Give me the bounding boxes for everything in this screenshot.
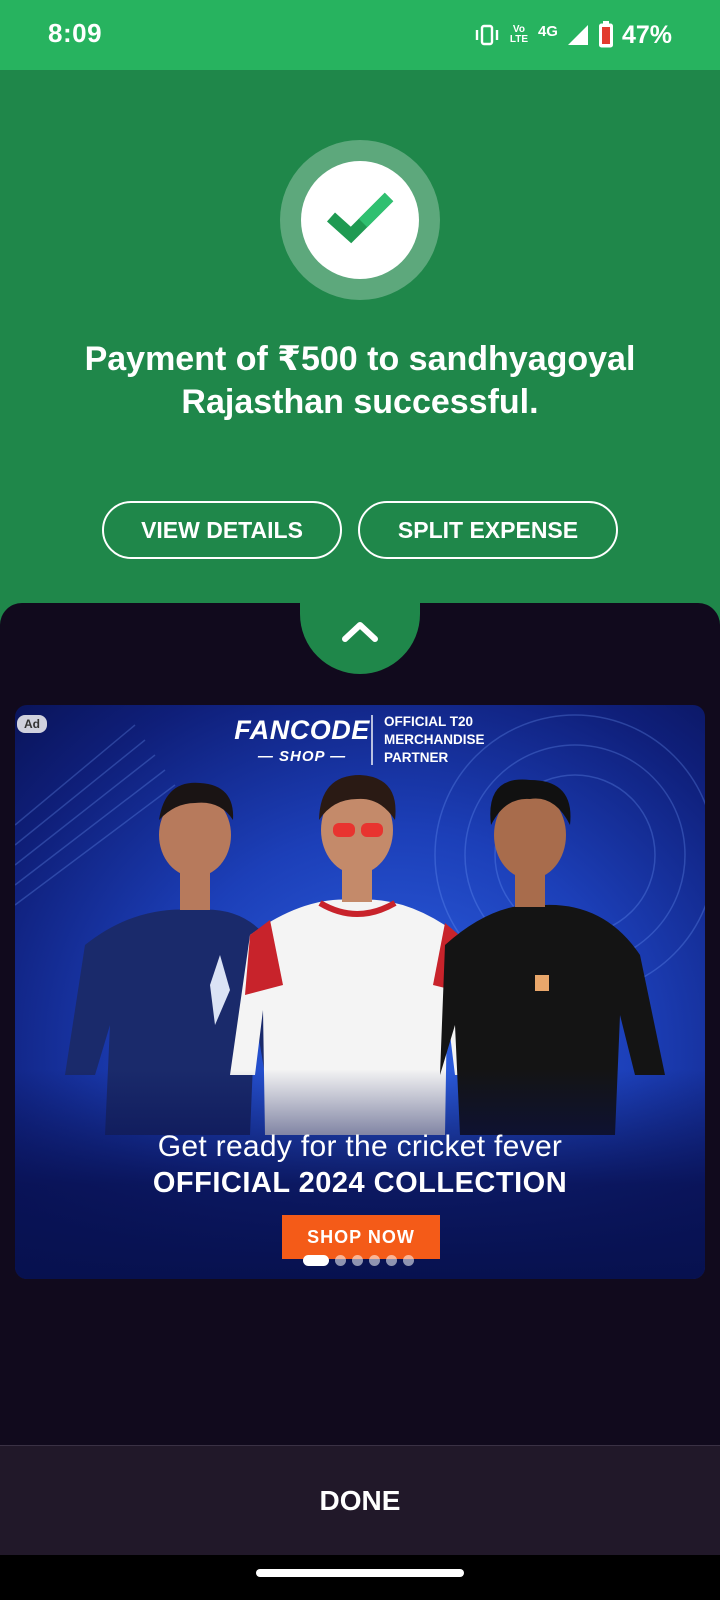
carousel-dot[interactable] bbox=[386, 1254, 397, 1266]
status-icons: Vo LTE 4G 47% bbox=[474, 20, 672, 50]
payment-message: Payment of ₹500 to sandhyagoyal Rajastha… bbox=[84, 340, 636, 421]
home-indicator[interactable] bbox=[256, 1569, 464, 1577]
ad-badge: Ad bbox=[17, 715, 47, 733]
brand-sub: — SHOP — bbox=[257, 748, 347, 765]
ad-subheadline: OFFICIAL 2024 COLLECTION bbox=[152, 1167, 568, 1199]
done-bar: DONE bbox=[0, 1445, 720, 1556]
view-details-button[interactable]: VIEW DETAILS bbox=[102, 501, 342, 559]
carousel-dot[interactable] bbox=[369, 1254, 380, 1266]
signal-icon bbox=[567, 25, 588, 45]
carousel-dot[interactable] bbox=[352, 1254, 363, 1266]
network-type: 4G bbox=[537, 22, 558, 40]
carousel-dots[interactable] bbox=[303, 1254, 414, 1266]
check-icon bbox=[326, 192, 394, 244]
shop-now-button[interactable]: SHOP NOW bbox=[282, 1215, 440, 1259]
chevron-up-icon bbox=[342, 622, 378, 642]
vibrate-icon bbox=[475, 24, 499, 46]
status-time: 8:09 bbox=[48, 18, 103, 48]
brand-divider bbox=[371, 715, 373, 765]
status-bar: 8:09 Vo LTE 4G 47% bbox=[0, 0, 720, 70]
carousel-dot[interactable] bbox=[403, 1254, 414, 1266]
payment-success-header: Payment of ₹500 to sandhyagoyal Rajastha… bbox=[0, 70, 720, 630]
success-badge-inner bbox=[301, 161, 419, 279]
success-badge bbox=[280, 140, 440, 300]
split-expense-button[interactable]: SPLIT EXPENSE bbox=[358, 501, 618, 559]
ad-banner[interactable]: Ad FANCODE — SHOP — OFFICIAL T20 MERCHAN… bbox=[15, 705, 705, 1279]
battery-percent: 47% bbox=[621, 20, 672, 49]
partner-text: OFFICIAL T20 MERCHANDISE PARTNER bbox=[384, 714, 485, 765]
battery-icon bbox=[598, 21, 613, 48]
brand-name: FANCODE bbox=[234, 715, 370, 745]
volte-icon: Vo LTE bbox=[509, 24, 529, 45]
carousel-dot[interactable] bbox=[335, 1254, 346, 1266]
done-button[interactable]: DONE bbox=[0, 1446, 720, 1556]
ad-headline: Get ready for the cricket fever bbox=[157, 1130, 563, 1163]
gesture-nav-bar bbox=[0, 1555, 720, 1600]
carousel-dot-active[interactable] bbox=[303, 1254, 329, 1266]
fancode-logo: FANCODE — SHOP — bbox=[227, 715, 377, 765]
